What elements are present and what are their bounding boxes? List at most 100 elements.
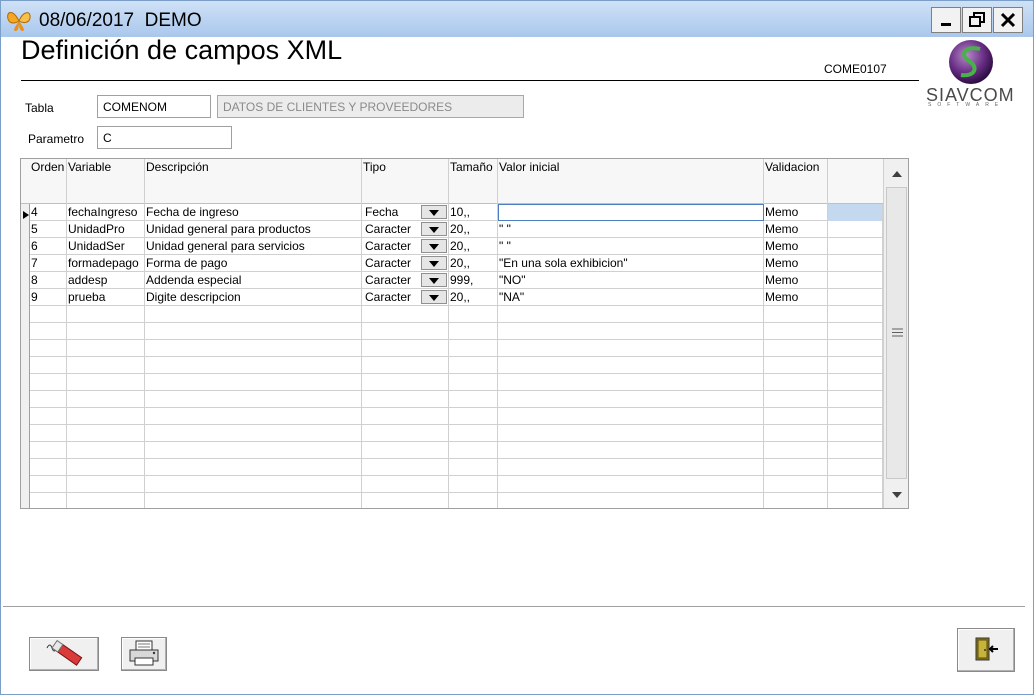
cell-orden[interactable] [30,459,67,476]
cell-descripcion[interactable] [145,408,362,425]
cell-validacion[interactable] [764,374,828,391]
cell-variable[interactable]: prueba [67,289,145,306]
table-row[interactable]: 4 fechaIngreso Fecha de ingreso Fecha 10,, Me… [30,204,883,221]
cell-valor[interactable]: "En una sola exhibicion" [498,255,764,272]
cell-tamano[interactable]: 10,, [449,204,498,221]
tipo-dropdown-button[interactable] [421,256,447,270]
cell-tamano[interactable]: 20,, [449,255,498,272]
cell-tipo[interactable]: Caracter [362,221,449,238]
cell-valor[interactable] [498,204,764,221]
cell-extra[interactable] [828,272,883,289]
cell-tipo[interactable] [362,306,449,323]
cell-validacion[interactable]: Memo [764,204,828,221]
cell-validacion[interactable] [764,408,828,425]
cell-validacion[interactable]: Memo [764,255,828,272]
cell-extra[interactable] [828,374,883,391]
cell-tamano[interactable] [449,476,498,493]
print-button[interactable] [121,637,167,671]
empty-table-row[interactable] [30,442,883,459]
header-tamano[interactable]: Tamaño [449,159,498,204]
cell-descripcion[interactable] [145,476,362,493]
cell-valor[interactable]: " " [498,221,764,238]
cell-variable[interactable]: UnidadPro [67,221,145,238]
cell-valor[interactable] [498,493,764,508]
cell-orden[interactable] [30,476,67,493]
cell-orden[interactable]: 5 [30,221,67,238]
edit-button[interactable] [29,637,99,671]
cell-tipo[interactable] [362,442,449,459]
cell-validacion[interactable]: Memo [764,238,828,255]
cell-orden[interactable] [30,374,67,391]
cell-orden[interactable] [30,493,67,508]
empty-table-row[interactable] [30,340,883,357]
tipo-dropdown-button[interactable] [421,222,447,236]
cell-orden[interactable] [30,340,67,357]
cell-tamano[interactable] [449,374,498,391]
cell-extra[interactable] [828,442,883,459]
cell-tipo[interactable] [362,357,449,374]
cell-tipo[interactable]: Caracter [362,289,449,306]
cell-valor[interactable] [498,323,764,340]
cell-valor[interactable] [498,476,764,493]
cell-extra[interactable] [828,493,883,508]
grid-vertical-scrollbar[interactable] [883,159,908,508]
cell-extra[interactable] [828,323,883,340]
minimize-button[interactable] [931,7,961,33]
cell-variable[interactable] [67,374,145,391]
empty-table-row[interactable] [30,408,883,425]
cell-tipo[interactable] [362,374,449,391]
cell-variable[interactable]: fechaIngreso [67,204,145,221]
cell-validacion[interactable] [764,357,828,374]
empty-table-row[interactable] [30,357,883,374]
cell-extra[interactable] [828,221,883,238]
cell-variable[interactable] [67,408,145,425]
cell-tipo[interactable] [362,391,449,408]
cell-tamano[interactable]: 20,, [449,238,498,255]
table-row[interactable]: 5 UnidadPro Unidad general para productos C… [30,221,883,238]
empty-table-row[interactable] [30,425,883,442]
cell-orden[interactable] [30,323,67,340]
cell-orden[interactable] [30,306,67,323]
cell-descripcion[interactable] [145,340,362,357]
cell-extra[interactable] [828,204,883,221]
cell-descripcion[interactable]: Fecha de ingreso [145,204,362,221]
cell-descripcion[interactable] [145,391,362,408]
cell-valor[interactable]: "NA" [498,289,764,306]
cell-descripcion[interactable] [145,442,362,459]
cell-valor[interactable] [498,459,764,476]
cell-variable[interactable] [67,442,145,459]
cell-extra[interactable] [828,255,883,272]
cell-orden[interactable]: 8 [30,272,67,289]
cell-valor[interactable] [498,306,764,323]
cell-tipo[interactable] [362,340,449,357]
cell-variable[interactable]: formadepago [67,255,145,272]
cell-validacion[interactable] [764,306,828,323]
cell-validacion[interactable] [764,391,828,408]
cell-orden[interactable] [30,425,67,442]
cell-tamano[interactable] [449,357,498,374]
cell-orden[interactable] [30,357,67,374]
cell-extra[interactable] [828,340,883,357]
cell-validacion[interactable] [764,425,828,442]
empty-table-row[interactable] [30,391,883,408]
table-row[interactable]: 7 formadepago Forma de pago Caracter 20,, "En… [30,255,883,272]
cell-tamano[interactable] [449,323,498,340]
header-orden[interactable]: Orden [30,159,67,204]
cell-tipo[interactable]: Caracter [362,238,449,255]
cell-validacion[interactable] [764,340,828,357]
cell-extra[interactable] [828,476,883,493]
scroll-up-button[interactable] [886,163,907,183]
cell-valor[interactable] [498,391,764,408]
cell-orden[interactable]: 6 [30,238,67,255]
cell-valor[interactable] [498,442,764,459]
cell-tamano[interactable] [449,306,498,323]
cell-variable[interactable] [67,425,145,442]
cell-descripcion[interactable] [145,374,362,391]
table-row[interactable]: 8 addesp Addenda especial Caracter 999, "NO" M… [30,272,883,289]
tipo-dropdown-button[interactable] [421,290,447,304]
cell-tamano[interactable] [449,340,498,357]
cell-extra[interactable] [828,238,883,255]
cell-tipo[interactable] [362,425,449,442]
cell-tipo[interactable] [362,408,449,425]
cell-tipo[interactable]: Fecha [362,204,449,221]
